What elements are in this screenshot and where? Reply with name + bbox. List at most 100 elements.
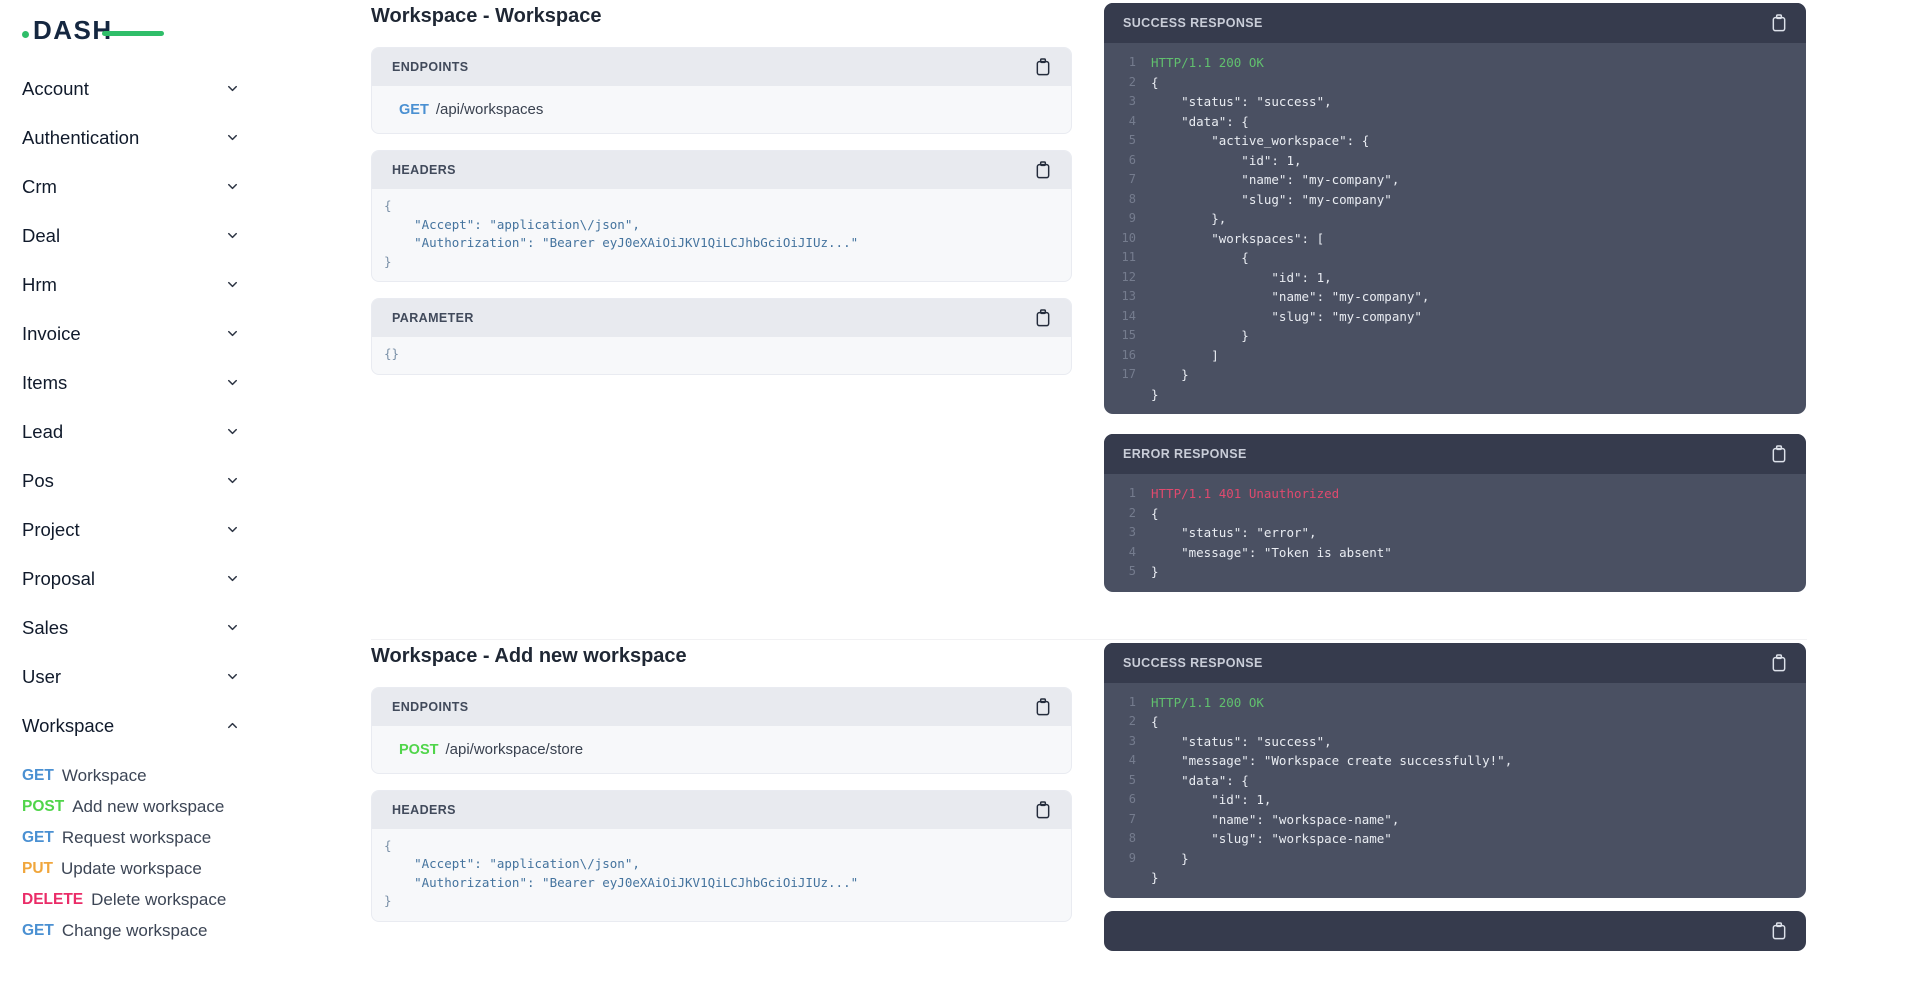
section-title: Workspace - Add new workspace [371,643,1072,670]
code-line: "Authorization": "Bearer eyJ0eXAiOiJKV1Q… [384,234,1055,253]
sidebar-item-proposal[interactable]: Proposal [22,554,240,603]
sidebar-endpoint-request-workspace[interactable]: GETRequest workspace [22,822,310,853]
copy-button[interactable] [1035,161,1051,179]
response-title: SUCCESS RESPONSE [1123,16,1263,30]
endpoint-link-label: Delete workspace [91,890,226,910]
sidebar-item-sales[interactable]: Sales [22,603,240,652]
code-line: 16 ] [1112,346,1792,366]
copy-button[interactable] [1035,58,1051,76]
response-code-block: 1HTTP/1.1 200 OK2{3 "status": "success",… [1104,683,1806,898]
response-column: SUCCESS RESPONSE 1HTTP/1.1 200 OK2{3 "sta… [1104,3,1806,592]
code-text: } [1151,849,1189,869]
section-title: Workspace - Workspace [371,3,1072,30]
code-line: 1HTTP/1.1 200 OK [1112,53,1792,73]
panel-header: HEADERS [372,791,1071,829]
sidebar-item-hrm[interactable]: Hrm [22,260,240,309]
response-panel-success-response: SUCCESS RESPONSE 1HTTP/1.1 200 OK2{3 "sta… [1104,643,1806,898]
copy-button[interactable] [1771,922,1787,940]
code-line: 4 "message": "Workspace create successfu… [1112,751,1792,771]
line-number: 7 [1112,170,1136,190]
code-text: "id": 1, [1151,151,1302,171]
code-line: 5 "active_workspace": { [1112,131,1792,151]
response-header [1104,911,1806,951]
sidebar-item-account[interactable]: Account [22,64,240,113]
code-block: {} [372,337,1071,374]
chevron-down-icon [225,571,240,586]
sidebar-item-items[interactable]: Items [22,358,240,407]
sidebar-endpoint-change-workspace[interactable]: GETChange workspace [22,915,310,946]
doc-column: Workspace - WorkspaceENDPOINTSGET/api/wo… [371,3,1072,592]
code-line: 3 "status": "success", [1112,92,1792,112]
sidebar-nav: Account Authentication Crm DealHrmInvoiceIt… [22,64,310,946]
sidebar-item-user[interactable]: User [22,652,240,701]
main-content: Workspace - WorkspaceENDPOINTSGET/api/wo… [371,0,1807,998]
code-text: "status": "success", [1151,92,1332,112]
line-number: 13 [1112,287,1136,307]
sidebar-item-project[interactable]: Project [22,505,240,554]
sidebar-endpoint-delete-workspace[interactable]: DELETE Delete workspace [22,884,310,915]
code-text: }, [1151,209,1226,229]
app-logo[interactable]: DASH [22,18,192,48]
sidebar-endpoint-add-new-workspace[interactable]: POSTAdd new workspace [22,791,310,822]
line-number: 1 [1112,53,1136,73]
line-number: 5 [1112,771,1136,791]
copy-button[interactable] [1035,801,1051,819]
code-text: "id": 1, [1151,790,1271,810]
page: { "logo": { "text": "DASH" }, "colors": … [0,0,1920,930]
copy-button[interactable] [1035,309,1051,327]
code-text: { [1151,248,1249,268]
code-line: 3 "status": "error", [1112,523,1792,543]
sidebar-item-lead[interactable]: Lead [22,407,240,456]
sidebar-item-workspace[interactable]: Workspace [22,701,240,750]
code-text: "message": "Token is absent" [1151,543,1392,563]
panel-headers: HEADERS{ "Accept": "application\/json", … [371,150,1072,282]
logo-dash-icon [102,31,164,36]
line-number: 3 [1112,92,1136,112]
response-title: SUCCESS RESPONSE [1123,656,1263,670]
code-line: } [1112,385,1792,405]
sidebar-item-crm[interactable]: Crm [22,162,240,211]
panel-title: PARAMETER [392,311,474,325]
code-text: HTTP/1.1 401 Unauthorized [1151,484,1339,504]
sidebar-item-label: Account [22,78,89,100]
sidebar-endpoint-update-workspace[interactable]: PUTUpdate workspace [22,853,310,884]
http-method-badge: DELETE [22,891,83,909]
line-number: 2 [1112,712,1136,732]
code-line: 14 "slug": "my-company" [1112,307,1792,327]
code-line: 2{ [1112,712,1792,732]
sidebar-item-pos[interactable]: Pos [22,456,240,505]
sidebar-item-authentication[interactable]: Authentication [22,113,240,162]
response-code-block: 1HTTP/1.1 200 OK2{3 "status": "success",… [1104,43,1806,414]
sidebar-item-label: Crm [22,176,57,198]
chevron-down-icon [225,179,240,194]
code-line: 17 } [1112,365,1792,385]
http-method-badge: GET [22,922,54,940]
chevron-down-icon [225,375,240,390]
chevron-down-icon [225,669,240,684]
copy-button[interactable] [1771,14,1787,32]
line-number: 9 [1112,849,1136,869]
code-line: 1HTTP/1.1 200 OK [1112,693,1792,713]
code-text: } [1151,868,1159,888]
line-number: 4 [1112,112,1136,132]
code-text: "name": "my-company", [1151,170,1399,190]
copy-button[interactable] [1771,654,1787,672]
code-text: } [1151,365,1189,385]
sidebar-item-invoice[interactable]: Invoice [22,309,240,358]
sidebar-item-deal[interactable]: Deal [22,211,240,260]
copy-button[interactable] [1035,698,1051,716]
code-text: } [1151,326,1249,346]
chevron-up-icon [225,718,240,733]
code-line: 11 { [1112,248,1792,268]
http-method-badge: POST [399,742,438,758]
code-line: { [384,197,1055,216]
copy-button[interactable] [1771,445,1787,463]
line-number: 5 [1112,131,1136,151]
code-text: "name": "my-company", [1151,287,1429,307]
response-header: SUCCESS RESPONSE [1104,643,1806,683]
code-text: "active_workspace": { [1151,131,1369,151]
sidebar: DASH Account Authentication Crm DealHrmInvo… [0,0,310,958]
code-text: ] [1151,346,1219,366]
line-number: 11 [1112,248,1136,268]
sidebar-endpoint-workspace[interactable]: GETWorkspace [22,760,310,791]
